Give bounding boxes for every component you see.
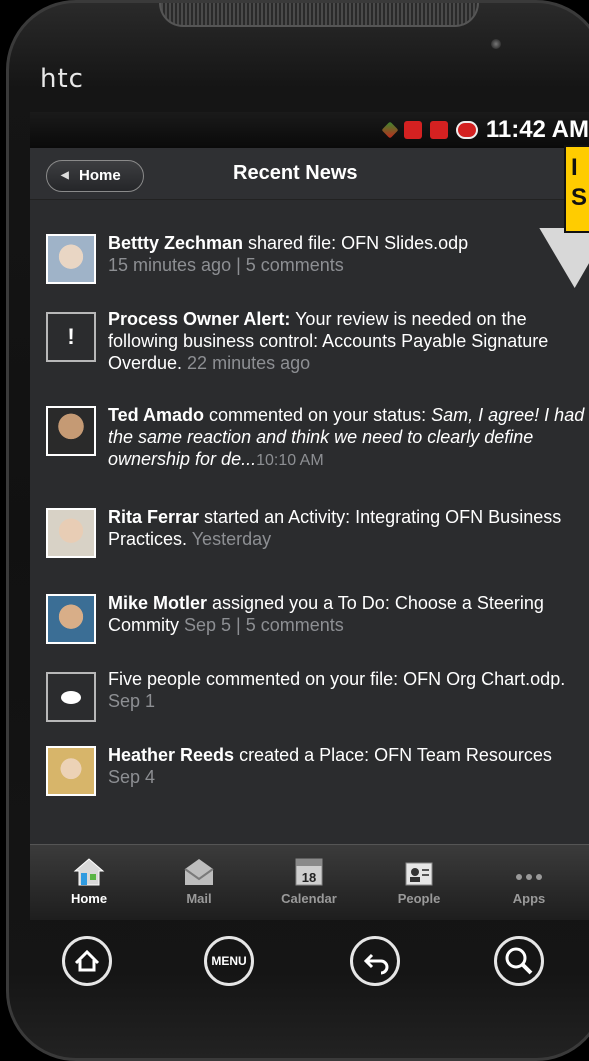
callout-box: I S xyxy=(564,145,589,233)
actor-name[interactable]: Ted Amado xyxy=(108,405,204,425)
item-meta: Sep 5 | 5 comments xyxy=(184,615,344,635)
tab-label: People xyxy=(397,891,441,906)
item-meta: 15 minutes ago | 5 comments xyxy=(108,255,344,275)
contact-card-icon xyxy=(405,862,433,886)
tab-mail[interactable]: Mail xyxy=(154,857,244,906)
actor-name[interactable]: Rita Ferrar xyxy=(108,507,199,527)
speech-bubble-icon xyxy=(61,691,81,704)
item-text: shared file: OFN Slides.odp xyxy=(243,233,469,253)
item-text: Five people commented on your file: OFN … xyxy=(108,669,566,689)
item-text: commented on your status: xyxy=(204,405,432,425)
status-bar: 11:42 AM xyxy=(30,112,589,148)
network-icon xyxy=(381,121,399,139)
item-meta: Yesterday xyxy=(191,529,272,549)
back-home-button[interactable]: ◀ Home xyxy=(46,160,144,192)
comment-icon-box xyxy=(46,672,96,722)
tab-label: Apps xyxy=(512,891,546,906)
search-icon xyxy=(505,947,533,975)
avatar xyxy=(46,406,96,456)
page-title: Recent News xyxy=(233,162,358,184)
back-arrow-icon xyxy=(363,953,389,975)
callout-line-2: S xyxy=(571,184,588,211)
hardware-search-button[interactable] xyxy=(494,936,544,986)
chevron-left-icon: ◀ xyxy=(61,170,69,181)
item-text: created a Place: OFN Team Resources xyxy=(234,745,552,765)
hardware-home-button[interactable] xyxy=(62,936,112,986)
actor-name: Process Owner Alert: xyxy=(108,309,291,329)
back-home-label: Home xyxy=(79,167,121,184)
tab-label: Calendar xyxy=(281,891,337,906)
sync-icon xyxy=(403,121,422,139)
avatar xyxy=(46,234,96,284)
item-meta: 10:10 AM xyxy=(256,452,324,469)
tab-people[interactable]: People xyxy=(374,857,464,906)
status-clock: 11:42 AM xyxy=(485,116,589,143)
actor-name[interactable]: Bettty Zechman xyxy=(108,233,243,253)
tab-home[interactable]: Home xyxy=(44,857,134,906)
front-camera xyxy=(491,39,501,49)
speaker-grille xyxy=(159,3,479,27)
avatar xyxy=(46,594,96,644)
screen: 11:42 AM ◀ Home Recent News Bettty Zechm… xyxy=(30,112,589,920)
item-meta: Sep 4 xyxy=(108,767,156,787)
brand-logo: htc xyxy=(40,64,84,94)
hardware-back-button[interactable] xyxy=(350,936,400,986)
item-meta: Sep 1 xyxy=(108,691,156,711)
home-outline-icon xyxy=(74,949,100,972)
signal-icon xyxy=(429,121,448,139)
calendar-day: 18 xyxy=(302,870,316,885)
dots-icon xyxy=(516,874,542,880)
status-icons: 11:42 AM xyxy=(381,116,589,144)
battery-icon xyxy=(455,121,478,139)
hardware-menu-button[interactable]: MENU xyxy=(204,936,254,986)
tab-calendar[interactable]: 18 Calendar xyxy=(264,857,354,906)
avatar xyxy=(46,508,96,558)
title-bar: ◀ Home Recent News xyxy=(30,148,589,200)
actor-name[interactable]: Heather Reeds xyxy=(108,745,234,765)
house-icon xyxy=(73,858,105,886)
bottom-tab-bar: Home Mail 18 Calendar People Apps xyxy=(30,844,589,920)
item-meta: 22 minutes ago xyxy=(187,353,311,373)
calendar-icon: 18 xyxy=(295,858,323,886)
tab-label: Mail xyxy=(186,891,212,906)
actor-name[interactable]: Mike Motler xyxy=(108,593,207,613)
envelope-icon xyxy=(184,859,214,885)
avatar xyxy=(46,746,96,796)
tab-apps[interactable]: Apps xyxy=(484,857,574,906)
callout-line-1: I xyxy=(571,154,578,181)
alert-icon: ! xyxy=(46,312,96,362)
tab-label: Home xyxy=(70,891,108,906)
